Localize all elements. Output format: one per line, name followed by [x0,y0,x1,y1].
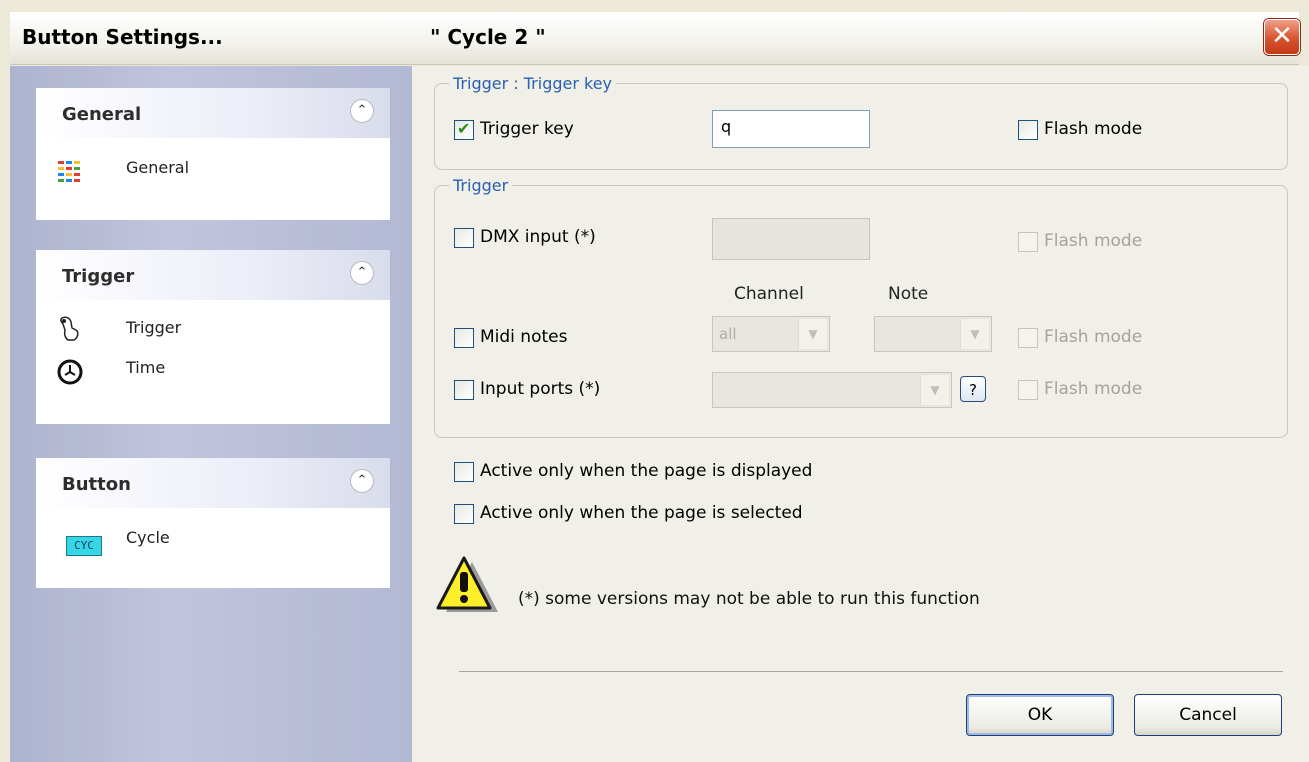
dialog-subtitle: " Cycle 2 " [430,25,546,49]
sidebar-item-label: General [126,158,190,177]
help-button[interactable]: ? [960,376,986,402]
active-selected-label: Active only when the page is selected [480,503,803,523]
dialog-title: Button Settings... [22,25,223,49]
sidebar-item-label: Time [126,358,166,377]
divider [459,671,1283,672]
midi-channel-value: all [719,325,737,343]
collapse-icon[interactable]: ⌃ [350,99,374,123]
flash-mode-checkbox[interactable] [1018,120,1038,140]
title-bar: Button Settings... " Cycle 2 " ✕ [10,12,1300,65]
button-settings-dialog: Button Settings... " Cycle 2 " ✕ General… [0,0,1309,762]
settings-content: Trigger : Trigger key Trigger key q Flas… [412,66,1309,762]
sidebar-item-cycle[interactable]: CYC Cycle [36,508,390,588]
active-selected-checkbox[interactable] [454,504,474,524]
flash-mode-label: Flash mode [1044,119,1143,139]
dmx-input-checkbox[interactable] [454,228,474,248]
dmx-input-label: DMX input (*) [480,227,596,247]
close-icon: ✕ [1271,21,1293,51]
sidebar-item-label: Cycle [126,528,170,547]
cancel-button[interactable]: Cancel [1134,694,1282,736]
midi-notes-checkbox[interactable] [454,328,474,348]
section-header-button[interactable]: Button ⌃ [36,458,390,508]
input-ports-select[interactable]: ▼ [712,372,952,408]
sidebar: General ⌃ General Trigger ⌃ Trigger Time… [10,66,412,762]
chevron-down-icon: ▼ [920,375,949,405]
section-title-button: Button [62,474,131,495]
dmx-input-field[interactable] [712,218,870,260]
chevron-down-icon: ▼ [798,319,827,349]
group-legend: Trigger [453,176,509,195]
sidebar-section-general: General ⌃ General [36,88,390,220]
midi-channel-select[interactable]: all ▼ [712,316,830,352]
midi-note-select[interactable]: ▼ [874,316,992,352]
sidebar-item-general[interactable]: General [36,138,390,220]
section-title-trigger: Trigger [62,266,135,287]
sidebar-section-trigger: Trigger ⌃ Trigger Time [36,250,390,424]
trigger-key-field[interactable]: q [712,110,870,148]
group-legend: Trigger : Trigger key [453,74,613,93]
collapse-icon[interactable]: ⌃ [350,261,374,285]
dmx-flash-checkbox[interactable] [1018,232,1038,252]
sidebar-section-button: Button ⌃ CYC Cycle [36,458,390,588]
section-header-trigger[interactable]: Trigger ⌃ [36,250,390,300]
chevron-down-icon: ▼ [960,319,989,349]
cycle-badge-icon: CYC [66,536,102,556]
sidebar-item-label: Trigger [126,318,182,337]
close-button[interactable]: ✕ [1264,19,1300,55]
input-ports-label: Input ports (*) [480,379,601,399]
hand-trigger-icon [60,316,79,341]
active-displayed-checkbox[interactable] [454,462,474,482]
midi-notes-label: Midi notes [480,327,568,347]
sidebar-item-trigger[interactable]: Trigger [36,300,390,352]
sidebar-item-time[interactable]: Time [36,352,390,424]
ok-button[interactable]: OK [966,694,1114,736]
collapse-icon[interactable]: ⌃ [350,469,374,493]
general-grid-icon [58,161,80,182]
trigger-key-checkbox[interactable] [454,119,474,140]
note-header: Note [888,284,929,304]
clock-icon [57,359,83,385]
input-ports-checkbox[interactable] [454,380,474,400]
section-header-general[interactable]: General ⌃ [36,88,390,138]
warning-icon [436,556,498,612]
midi-flash-label: Flash mode [1044,327,1143,347]
active-displayed-label: Active only when the page is displayed [480,461,813,481]
midi-flash-checkbox[interactable] [1018,328,1038,348]
warning-text: (*) some versions may not be able to run… [518,589,980,609]
ports-flash-checkbox[interactable] [1018,380,1038,400]
dmx-flash-label: Flash mode [1044,231,1143,251]
ports-flash-label: Flash mode [1044,379,1143,399]
section-title-general: General [62,104,142,125]
trigger-key-label: Trigger key [480,119,574,139]
channel-header: Channel [734,284,804,304]
